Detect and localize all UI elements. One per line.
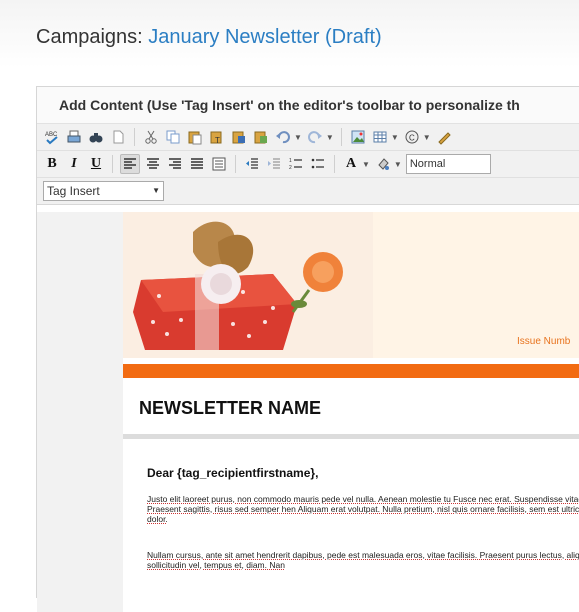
- chevron-down-icon[interactable]: ▼: [423, 133, 431, 142]
- toolbar-separator: [334, 155, 335, 173]
- paste-text-icon[interactable]: T: [208, 128, 226, 146]
- paste-word-icon[interactable]: [230, 128, 248, 146]
- newsletter-template: Issue Numb NEWSLETTER NAME Dear {tag_rec…: [123, 212, 579, 612]
- toolbar-separator: [340, 128, 342, 146]
- undo-icon[interactable]: [274, 128, 292, 146]
- indent-icon[interactable]: [265, 155, 283, 173]
- toolbar-separator: [235, 155, 236, 173]
- highlight-color-icon[interactable]: [374, 155, 392, 173]
- chevron-down-icon[interactable]: ▼: [362, 160, 370, 169]
- gray-divider: [123, 434, 579, 439]
- greeting-line: Dear {tag_recipientfirstname},: [147, 466, 319, 480]
- block-format-icon[interactable]: [210, 155, 228, 173]
- redo-icon[interactable]: [306, 128, 324, 146]
- table-icon[interactable]: [371, 128, 389, 146]
- campaign-name-link[interactable]: January Newsletter (Draft): [148, 26, 381, 48]
- paragraph-style-select[interactable]: Normal: [405, 154, 491, 174]
- toolbar-separator: [134, 128, 135, 146]
- find-icon[interactable]: [87, 128, 105, 146]
- copy-icon[interactable]: [164, 128, 182, 146]
- editor-toolbar-row-1: ABC T ▼ ▼ ▼ C ▼: [37, 124, 579, 151]
- svg-text:T: T: [215, 136, 220, 145]
- paste-icon[interactable]: [186, 128, 204, 146]
- body-paragraph-2: Nullam cursus, ante sit amet hendrerit d…: [147, 550, 579, 570]
- paste-image-icon[interactable]: [252, 128, 270, 146]
- new-page-icon[interactable]: [109, 128, 127, 146]
- add-content-panel: Add Content (Use 'Tag Insert' on the edi…: [36, 86, 579, 612]
- page-title: Campaigns: January Newsletter (Draft): [36, 26, 382, 49]
- body-paragraph-1: Justo elit laoreet purus, non commodo ma…: [147, 494, 579, 524]
- bullet-list-icon[interactable]: [309, 155, 327, 173]
- orange-divider: [123, 364, 579, 378]
- chevron-down-icon[interactable]: ▼: [294, 133, 302, 142]
- special-char-icon[interactable]: C: [403, 128, 421, 146]
- underline-button[interactable]: U: [87, 155, 105, 173]
- gift-image: [123, 212, 373, 358]
- cut-icon[interactable]: [142, 128, 160, 146]
- chevron-down-icon[interactable]: ▼: [391, 133, 399, 142]
- numbered-list-icon[interactable]: 12: [287, 155, 305, 173]
- chevron-down-icon: ▼: [152, 186, 160, 195]
- toolbar-separator: [112, 155, 113, 173]
- align-right-icon[interactable]: [166, 155, 184, 173]
- bold-button[interactable]: B: [43, 155, 61, 173]
- tag-insert-dropdown[interactable]: Tag Insert ▼: [43, 181, 164, 201]
- align-justify-icon[interactable]: [188, 155, 206, 173]
- source-icon[interactable]: [435, 128, 453, 146]
- align-left-icon[interactable]: [120, 154, 140, 174]
- tag-insert-label: Tag Insert: [47, 184, 100, 198]
- spellcheck-icon[interactable]: ABC: [43, 128, 61, 146]
- svg-text:1: 1: [289, 158, 292, 164]
- newsletter-banner: [123, 212, 579, 358]
- body-paragraph-1-text: Justo elit laoreet purus, non commodo ma…: [147, 494, 579, 524]
- svg-text:2: 2: [289, 165, 292, 171]
- italic-button[interactable]: I: [65, 155, 83, 173]
- outdent-icon[interactable]: [243, 155, 261, 173]
- newsletter-title: NEWSLETTER NAME: [139, 398, 321, 418]
- image-icon[interactable]: [349, 128, 367, 146]
- page-title-prefix: Campaigns:: [36, 26, 143, 48]
- font-color-button[interactable]: A: [342, 155, 360, 173]
- editor-content-area[interactable]: Issue Numb NEWSLETTER NAME Dear {tag_rec…: [37, 212, 579, 612]
- body-paragraph-2-text: Nullam cursus, ante sit amet hendrerit d…: [147, 550, 579, 570]
- tag-insert-row: Tag Insert ▼: [37, 178, 579, 205]
- chevron-down-icon[interactable]: ▼: [394, 160, 402, 169]
- align-center-icon[interactable]: [144, 155, 162, 173]
- svg-text:C: C: [409, 134, 415, 143]
- issue-number: Issue Numb: [517, 336, 571, 347]
- chevron-down-icon[interactable]: ▼: [326, 133, 334, 142]
- editor-toolbar-row-2: B I U 12 A ▼ ▼ Normal: [37, 151, 579, 178]
- print-icon[interactable]: [65, 128, 83, 146]
- panel-header: Add Content (Use 'Tag Insert' on the edi…: [37, 87, 579, 124]
